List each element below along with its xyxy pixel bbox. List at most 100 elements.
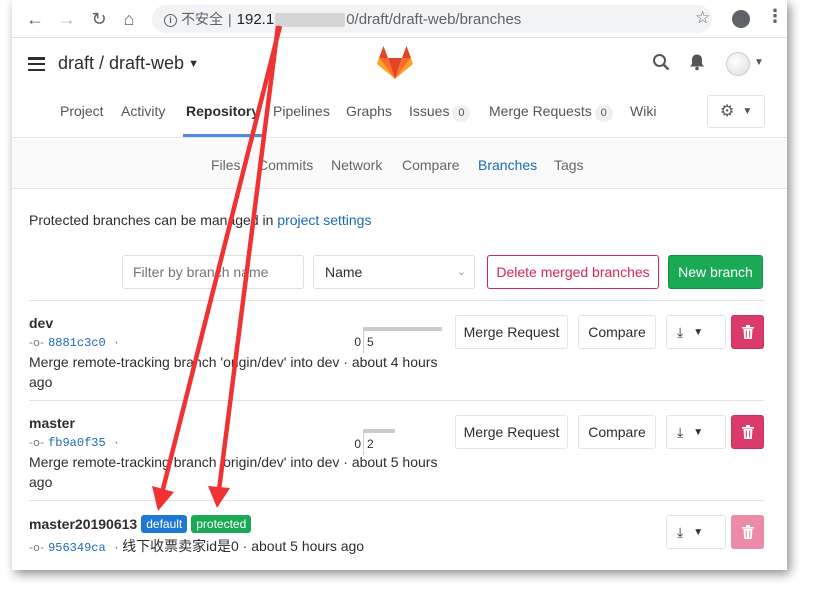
tab-repository[interactable]: Repository [186,103,259,119]
bell-icon[interactable] [688,53,706,76]
tab-label: Graphs [346,103,392,119]
sort-value: Name [325,264,363,280]
download-icon: ⤓ [677,324,684,340]
url-path: 0/draft/draft-web/branches [346,11,522,28]
project-title-text: draft / draft-web [58,53,185,73]
reload-icon[interactable]: ↻ [88,8,110,30]
download-icon: ⤓ [677,524,684,540]
commit-sha[interactable]: 8881c3c0 [48,336,106,350]
home-icon[interactable]: ⌂ [118,8,140,30]
gear-icon: ⚙ [720,103,735,120]
subtab-tags[interactable]: Tags [554,157,584,173]
tab-issues[interactable]: Issues 0 [409,103,471,122]
chevron-down-icon[interactable]: ▼ [754,57,764,68]
notice-text: Protected branches can be managed in [29,212,278,228]
forward-icon[interactable]: → [56,8,78,30]
sort-dropdown[interactable]: Name ⌄ [313,255,475,289]
hamburger-icon[interactable] [28,57,45,72]
branch-name-line: master20190613 default protected [29,515,252,533]
project-title[interactable]: draft / draft-web ▼ [58,53,199,74]
ahead-count: 2 [367,437,374,451]
commit-sha-line: -o-fb9a0f35 · [29,436,120,450]
branch-row-dev: dev -o- 8881c3c0 · Merge remote-tracking … [29,300,764,400]
browser-window: ← → ↻ ⌂ i 不安全 | 192.1 0/draft/draft-web/bran… [12,0,787,570]
tab-pipelines[interactable]: Pipelines [273,103,330,119]
commit-sha[interactable]: 956349ca [48,541,106,555]
branch-name[interactable]: master [29,415,75,431]
info-icon[interactable]: i [164,13,177,27]
address-bar[interactable]: i 不安全 | 192.1 0/draft/draft-web/branches [152,5,712,33]
active-tab-indicator [183,134,263,137]
delete-branch-button-disabled [731,515,764,549]
project-nav: Project Activity Repository Pipelines Gr… [12,89,787,138]
divergence-divider [363,327,364,353]
divergence-graph: 0 2 [351,429,443,455]
commit-icon: -o- [29,336,45,349]
protected-branches-notice: Protected branches can be managed in pro… [29,212,371,228]
commit-message[interactable]: Merge remote-tracking branch 'origin/dev… [29,352,449,392]
compare-button[interactable]: Compare [578,315,656,349]
subtab-branches[interactable]: Branches [478,157,537,173]
gitlab-header: draft / draft-web ▼ ▼ [12,39,787,89]
subtab-commits[interactable]: Commits [258,157,313,173]
star-icon[interactable]: ☆ [695,8,710,28]
commit-sha-line: -o- 8881c3c0 · [29,336,120,350]
ahead-count: 5 [367,335,374,349]
tab-label: Project [60,103,104,119]
profile-icon[interactable] [732,10,750,28]
security-label: 不安全 [181,11,223,27]
trash-icon [742,525,754,539]
tab-label: Wiki [630,103,657,119]
commit-message[interactable]: 线下收票卖家id是0 · about 5 hours ago [122,538,364,554]
commit-message[interactable]: Merge remote-tracking branch 'origin/dev… [29,452,449,492]
chevron-down-icon: ▼ [188,58,199,70]
url-host: 192.1 [236,11,275,28]
compare-button[interactable]: Compare [578,415,656,449]
search-icon[interactable] [652,53,670,76]
delete-branch-button[interactable] [731,415,764,449]
tab-wiki[interactable]: Wiki [630,103,656,119]
download-dropdown[interactable]: ⤓ ▼ [666,415,726,449]
merge-request-button[interactable]: Merge Request [455,315,568,349]
branch-name[interactable]: master20190613 [29,516,137,532]
tab-label: Issues [409,103,450,119]
tab-graphs[interactable]: Graphs [346,103,392,119]
trash-icon [742,425,754,439]
commit-icon: -o- [29,436,45,449]
subtab-compare[interactable]: Compare [402,157,460,173]
delete-branch-button[interactable] [731,315,764,349]
branch-row-master20190613: master20190613 default protected -o- 956349… [29,500,764,570]
back-icon[interactable]: ← [24,8,46,30]
chevron-down-icon: ▼ [693,327,704,338]
tab-label: Repository [186,103,260,119]
commit-sha[interactable]: fb9a0f35 [48,436,106,450]
branch-filter-input[interactable] [122,255,304,289]
project-settings-button[interactable]: ⚙ ▼ [707,95,765,128]
avatar[interactable] [726,52,750,76]
project-settings-link[interactable]: project settings [277,212,371,228]
redacted-ip [275,13,346,28]
branch-name[interactable]: dev [29,315,53,331]
divergence-divider [363,429,364,455]
download-dropdown[interactable]: ⤓ ▼ [666,515,726,549]
address-separator: | [228,11,232,27]
gitlab-logo[interactable] [376,45,414,81]
new-branch-button[interactable]: New branch [668,255,763,289]
merge-request-button[interactable]: Merge Request [455,415,568,449]
chevron-down-icon: ▼ [693,527,704,538]
behind-count: 0 [354,437,361,451]
browser-menu-icon[interactable]: ⋮ [766,6,784,27]
download-dropdown[interactable]: ⤓ ▼ [666,315,726,349]
tab-label: Activity [121,103,166,119]
download-icon: ⤓ [677,424,684,440]
repository-subnav: Files Commits Network Compare Branches T… [12,139,787,189]
tab-merge-requests[interactable]: Merge Requests 0 [489,103,613,122]
subtab-files[interactable]: Files [211,157,241,173]
ahead-bar [364,327,442,331]
chevron-down-icon: ▼ [693,427,704,438]
subtab-network[interactable]: Network [331,157,382,173]
tab-activity[interactable]: Activity [121,103,165,119]
tab-project[interactable]: Project [60,103,104,119]
delete-merged-branches-button[interactable]: Delete merged branches [487,255,659,289]
commit-icon: -o- [29,541,45,554]
